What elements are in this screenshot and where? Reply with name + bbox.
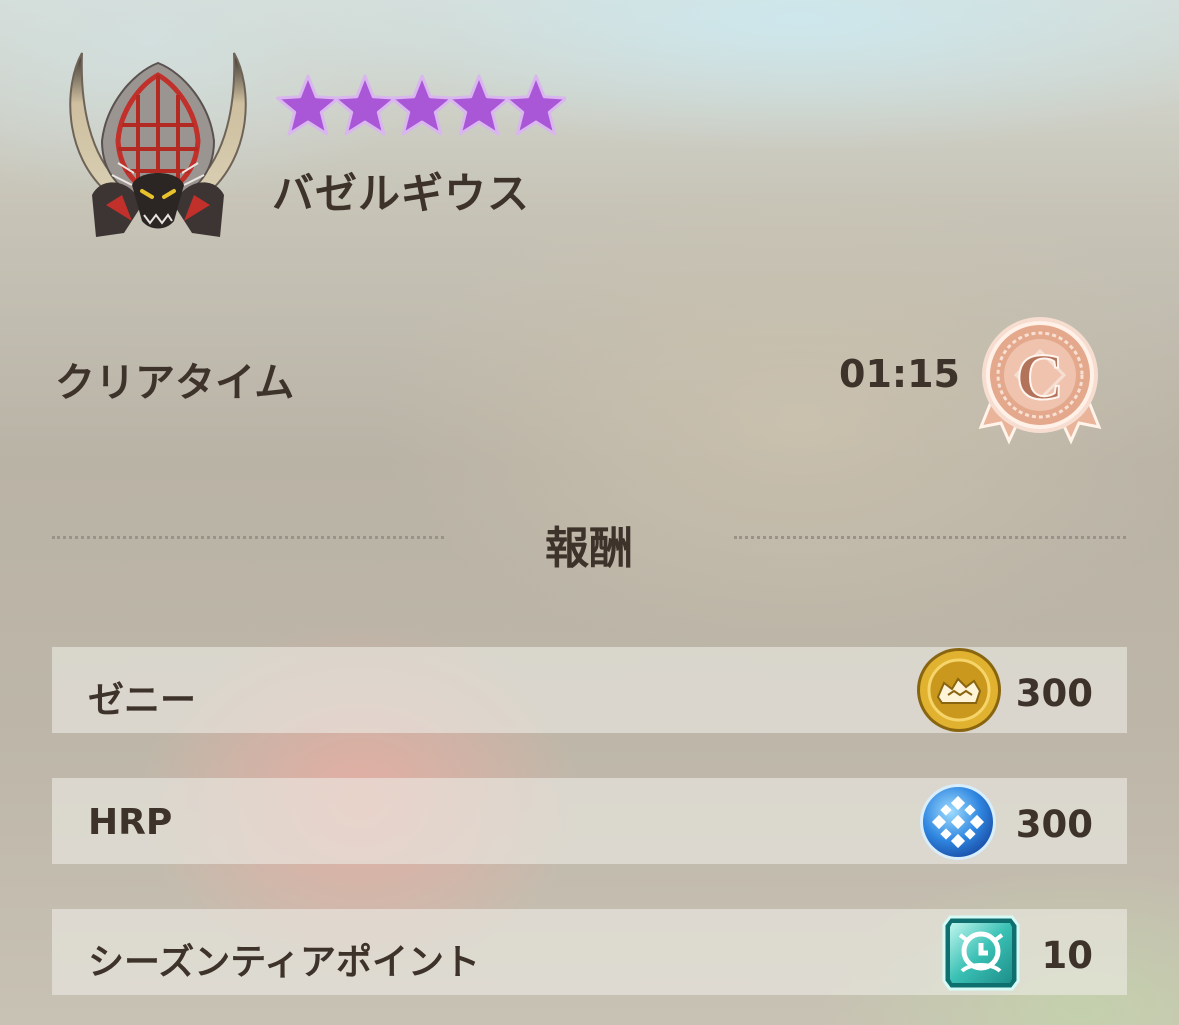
reward-row-zenny: ゼニー 300: [52, 647, 1127, 733]
reward-value: 10: [1041, 934, 1094, 977]
star-icon: [447, 74, 511, 136]
season-tier-point-icon: [940, 913, 1022, 997]
star-icon: [333, 74, 397, 136]
star-icon: [276, 74, 340, 136]
monster-name: バゼルギウス: [272, 169, 531, 218]
reward-value: 300: [1015, 672, 1093, 715]
star-icon: [504, 74, 568, 136]
hrp-orb-icon: [918, 782, 998, 866]
reward-row-season-tier-point: シーズンティアポイント 10: [52, 909, 1127, 995]
reward-row-hrp: HRP 300: [52, 778, 1127, 864]
monster-icon: [62, 45, 254, 245]
star-rating: [274, 70, 568, 144]
divider-left: [52, 536, 444, 539]
rank-letter: C: [1016, 341, 1064, 414]
reward-value: 300: [1015, 803, 1093, 846]
clear-time-label: クリアタイム: [55, 360, 295, 406]
reward-label: シーズンティアポイント: [88, 942, 481, 983]
reward-label: HRP: [88, 802, 173, 843]
star-icon: [390, 74, 454, 136]
rewards-heading: 報酬: [545, 523, 633, 574]
bronze-rank-medal-icon: C: [975, 315, 1105, 450]
zenny-coin-icon: [914, 645, 1004, 739]
reward-label: ゼニー: [88, 680, 197, 721]
clear-time-value: 01:15: [839, 352, 960, 396]
divider-right: [734, 536, 1126, 539]
